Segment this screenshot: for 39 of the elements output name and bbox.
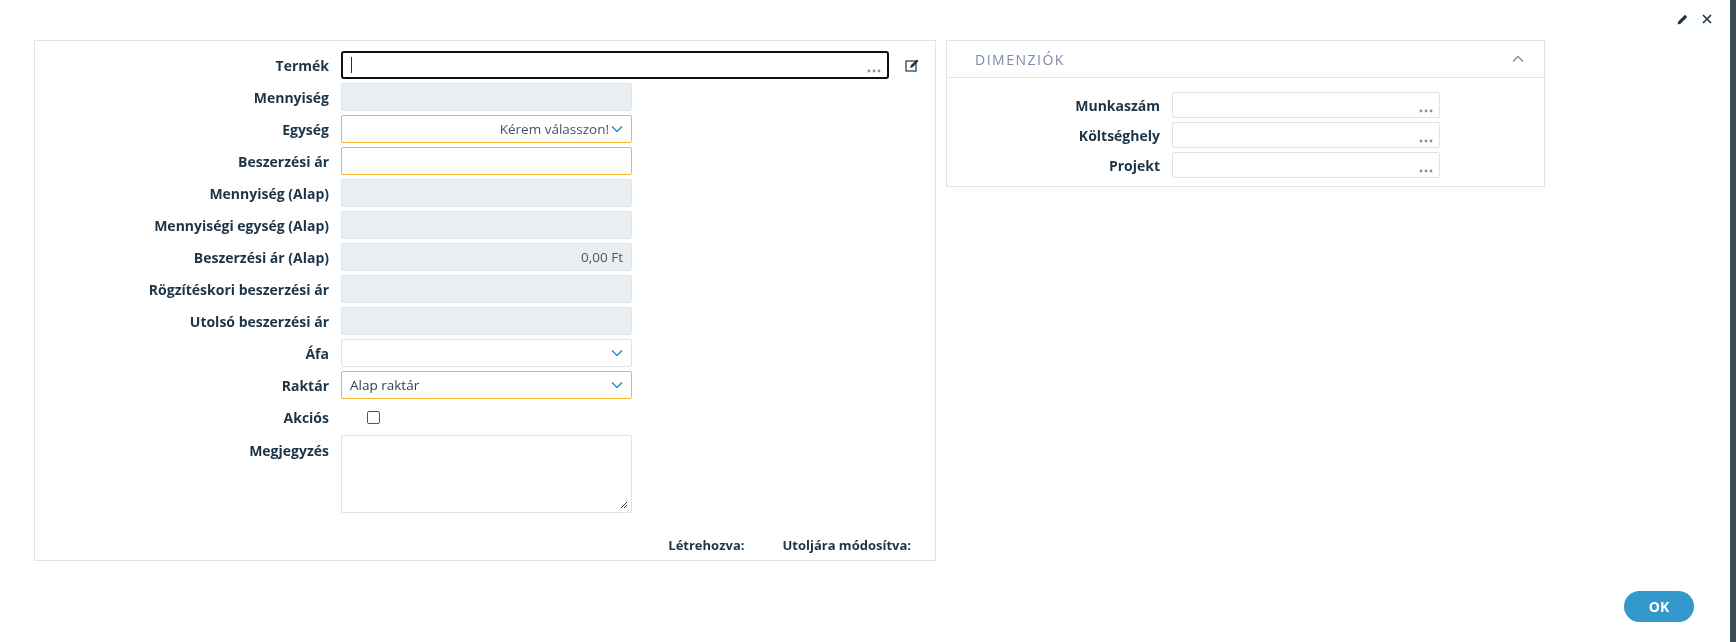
dropdown-field[interactable] xyxy=(341,339,632,367)
field-label: Beszerzési ár xyxy=(237,151,329,171)
field-label: Mennyiség (Alap) xyxy=(208,183,329,203)
panel-title: DIMENZIÓK xyxy=(975,49,1065,69)
field-label: Raktár xyxy=(280,375,329,395)
resize-grip-icon[interactable] xyxy=(620,501,628,509)
chevron-down-icon[interactable] xyxy=(611,381,623,389)
field-label: Munkaszám xyxy=(1074,95,1160,115)
more-dots-icon[interactable] xyxy=(867,69,881,73)
field-label: Mennyiség xyxy=(252,87,329,107)
chevron-down-icon[interactable] xyxy=(611,125,623,133)
field-label: Beszerzési ár (Alap) xyxy=(192,247,329,267)
field-label: Egység xyxy=(281,119,329,139)
textarea-field[interactable] xyxy=(341,435,632,513)
field-label: Rögzítéskori beszerzési ár xyxy=(147,279,329,299)
close-icon[interactable] xyxy=(1702,14,1712,24)
lookup-field[interactable] xyxy=(341,51,889,79)
edit-icon[interactable] xyxy=(905,58,919,72)
field-label: Utolsó beszerzési ár xyxy=(188,311,329,331)
meta-label: Létrehozva: xyxy=(668,536,745,554)
more-dots-icon[interactable] xyxy=(1419,109,1433,113)
chevron-down-icon[interactable] xyxy=(611,349,623,357)
field-label: Megjegyzés xyxy=(248,440,329,460)
field-label: Projekt xyxy=(1107,155,1160,175)
meta-label: Utoljára módosítva: xyxy=(782,536,911,554)
more-dots-icon[interactable] xyxy=(1419,169,1433,173)
pencil-icon[interactable] xyxy=(1677,14,1688,25)
dropdown-field[interactable]: Alap raktár xyxy=(341,371,632,399)
field-label: Termék xyxy=(274,55,329,75)
field-label: Áfa xyxy=(304,343,329,363)
chevron-up-icon[interactable] xyxy=(1512,55,1524,63)
checkbox[interactable] xyxy=(367,410,380,424)
input-field[interactable] xyxy=(341,147,632,175)
readonly-field: 0,00 Ft xyxy=(341,243,632,271)
field-label: Mennyiségi egység (Alap) xyxy=(153,215,329,235)
field-label: Költséghely xyxy=(1077,125,1160,145)
dropdown-field[interactable]: Kérem válasszon! xyxy=(341,115,632,143)
field-label: Akciós xyxy=(282,407,329,427)
more-dots-icon[interactable] xyxy=(1419,139,1433,143)
